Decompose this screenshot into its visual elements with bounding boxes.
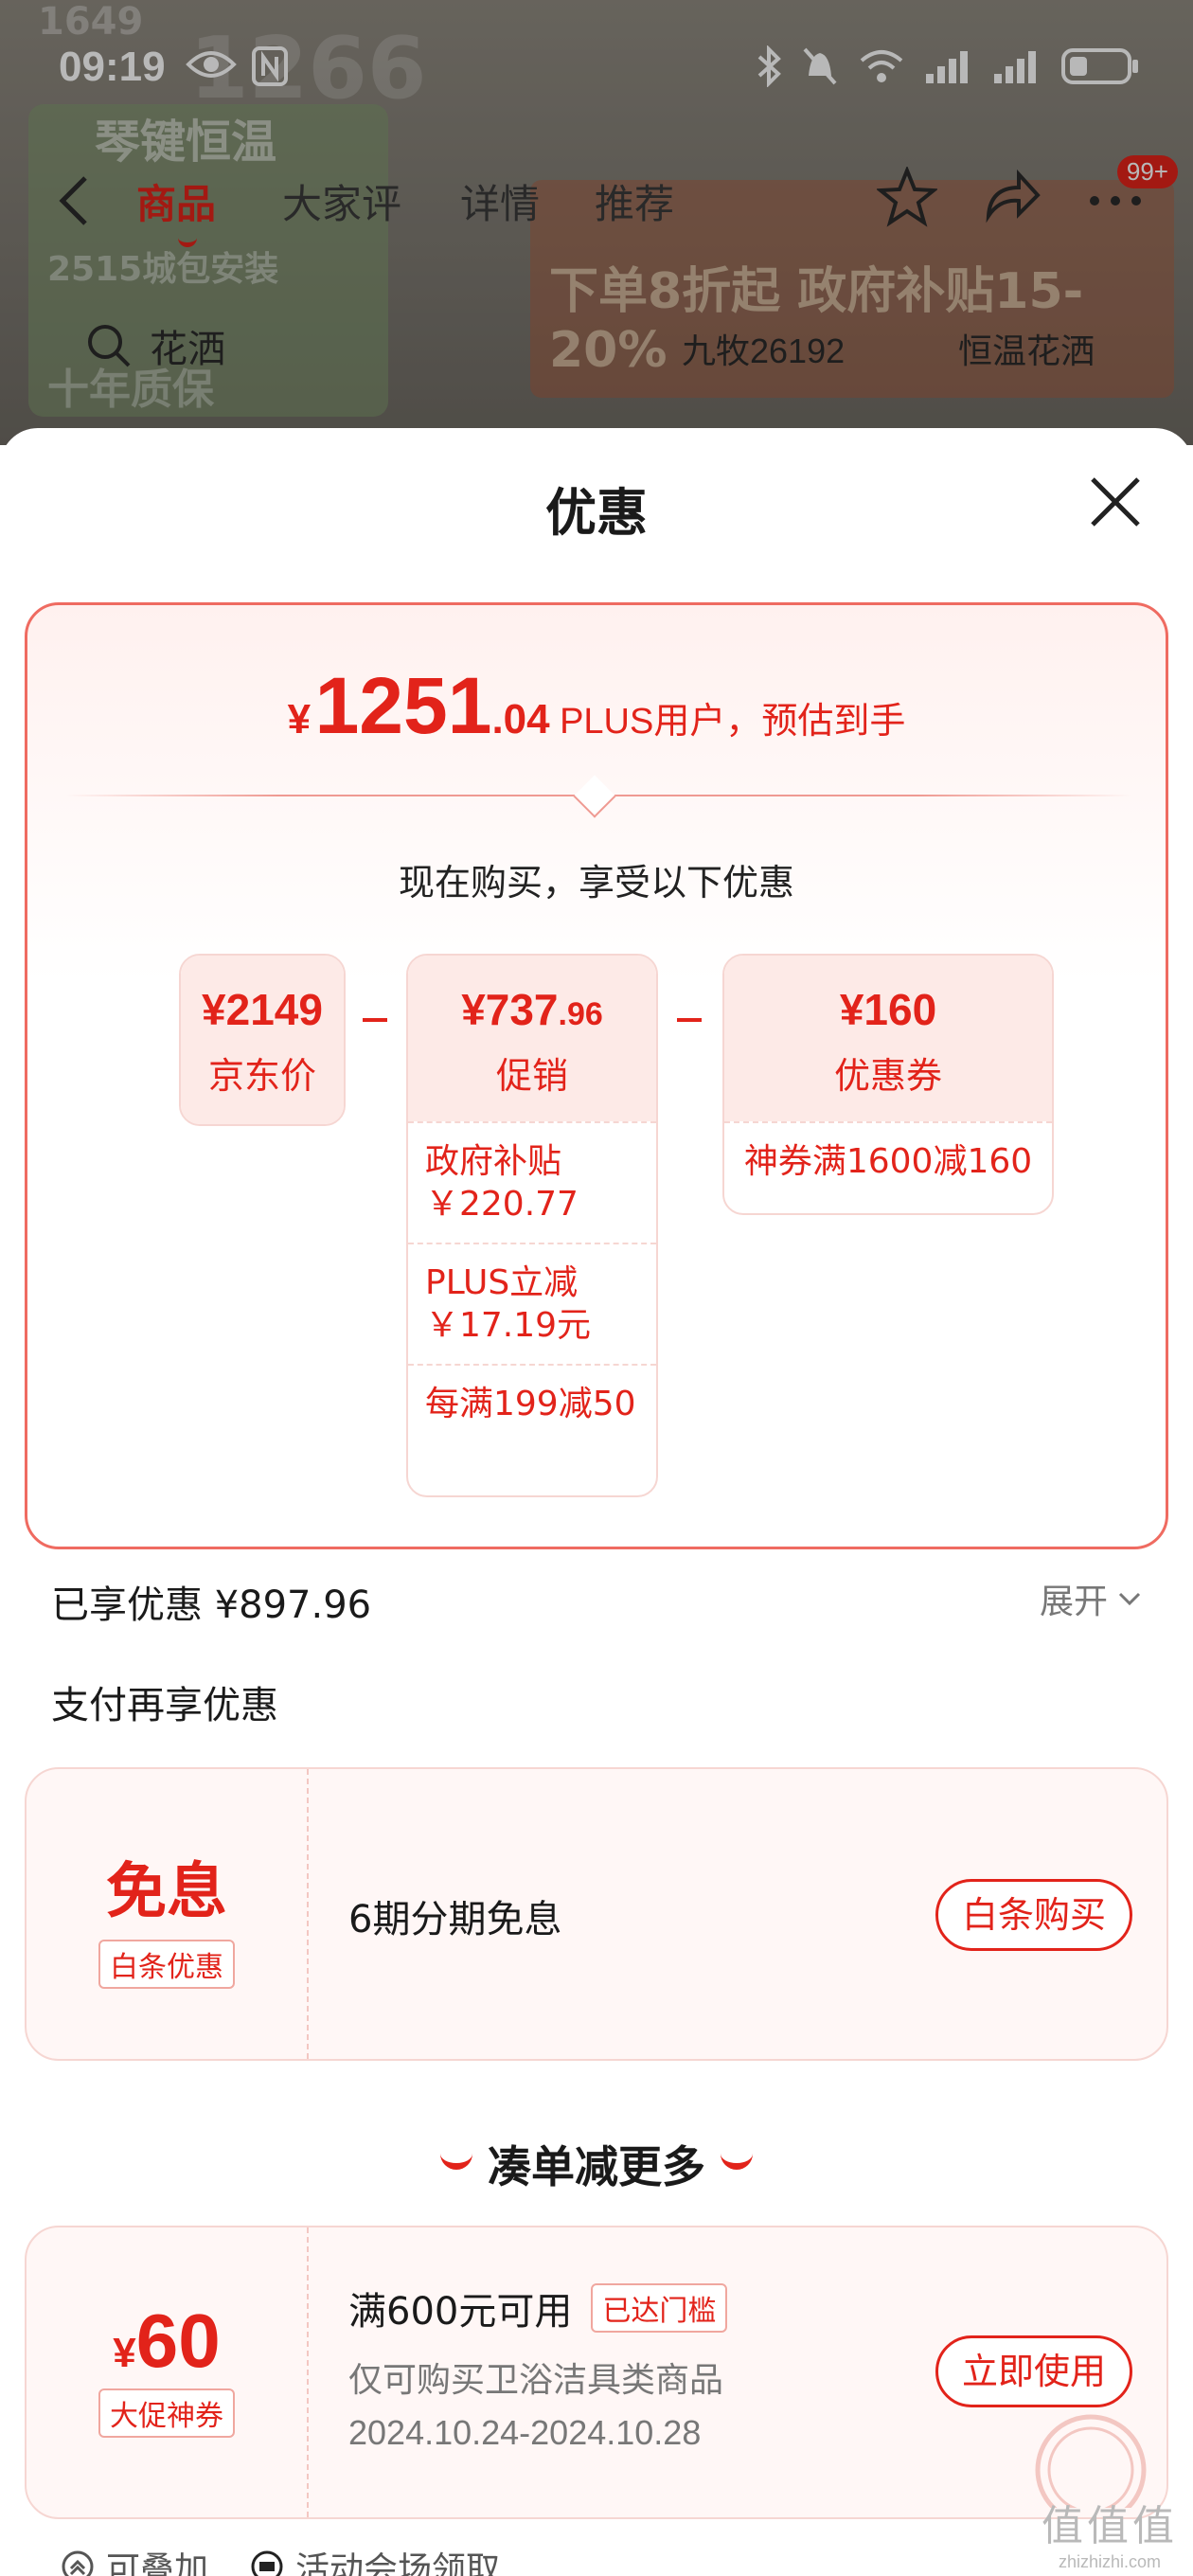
watermark: 值值值 zhizhizhi.com	[1042, 2492, 1178, 2572]
jd-price-label: 京东价	[207, 1055, 316, 1097]
promo-coupon-card: ¥60 大促神券 满600元可用 已达门槛 仅可购买卫浴洁具类商品 2024.1…	[25, 2226, 1168, 2519]
promo-value-dec: .96	[558, 996, 603, 1032]
stackable-note: 可叠加	[61, 2542, 208, 2576]
jd-price-box: ¥2149 京东价	[179, 954, 346, 1126]
promo-coupon-left: ¥60 大促神券	[27, 2227, 309, 2517]
background-page: 1649 1266 琴键恒温 2515城包安装 十年质保 下单8折起 政府补贴1…	[0, 0, 1193, 445]
modal-overlay[interactable]	[0, 0, 1193, 445]
enjoyed-discount: 已享优惠 ¥897.96	[51, 1583, 372, 1627]
source-label: 活动会场领取	[295, 2550, 501, 2576]
watermark-url: zhizhizhi.com	[1058, 2552, 1162, 2571]
estimated-price-note: PLUS用户，预估到手	[560, 702, 906, 742]
expand-button[interactable]: 展开	[1040, 1574, 1142, 1623]
baitiao-coupon-card: 免息 白条优惠 6期分期免息 白条购买	[25, 1767, 1168, 2061]
minus-sign-2	[677, 1018, 702, 1022]
coupon-box: ¥160 优惠券 神券满1600减160	[722, 954, 1054, 1215]
price-breakdown-card: ¥ 1251.04 PLUS用户，预估到手 现在购买，享受以下优惠 ¥2149 …	[25, 602, 1168, 1549]
coupon-value: ¥160	[839, 985, 937, 1034]
installment-desc: 6期分期免息	[348, 1898, 562, 1941]
expand-label: 展开	[1039, 1583, 1108, 1621]
watermark-logo: 值值值	[1042, 2503, 1178, 2549]
ticket-icon	[251, 2550, 283, 2576]
stackable-label: 可叠加	[106, 2550, 209, 2576]
pay-discount-title: 支付再享优惠	[51, 1684, 278, 1727]
chevron-down-icon	[1118, 1592, 1141, 1606]
use-now-button[interactable]: 立即使用	[935, 2335, 1132, 2407]
estimated-price-integer: 1251	[314, 661, 492, 750]
promo-box: ¥737.96 促销 政府补贴 ￥220.77 PLUS立减 ￥17.19元 每满1…	[406, 954, 658, 1497]
interest-free-title: 免息	[106, 1857, 227, 1927]
more-discount-title: 凑单减更多	[0, 2133, 1193, 2195]
sheet-title: 优惠	[545, 483, 648, 543]
close-icon[interactable]	[1087, 474, 1144, 530]
smile-left-icon	[440, 2153, 472, 2170]
coupon2-title: 满600元可用	[348, 2290, 573, 2334]
estimated-price-decimal: .04	[491, 696, 550, 742]
coupon2-scope: 仅可购买卫浴洁具类商品	[348, 2361, 724, 2400]
buy-now-caption: 现在购买，享受以下优惠	[398, 862, 794, 903]
minus-sign-1	[363, 1018, 387, 1022]
estimated-price: ¥ 1251.04 PLUS用户，预估到手	[27, 660, 1166, 752]
baitiao-tag: 白条优惠	[98, 1940, 235, 1989]
baitiao-buy-button[interactable]: 白条购买	[935, 1879, 1132, 1951]
coupon2-dates: 2024.10.24-2024.10.28	[348, 2413, 702, 2452]
jd-price-value: ¥2149	[202, 985, 323, 1034]
promo-value-int: ¥737	[461, 985, 559, 1034]
promo-row-gov-subsidy: 政府补贴 ￥220.77	[408, 1121, 656, 1243]
promo-row-plus: PLUS立减 ￥17.19元	[408, 1243, 656, 1364]
threshold-reached-tag: 已达门槛	[591, 2283, 728, 2333]
source-note: 活动会场领取	[250, 2542, 500, 2576]
coupon-label: 优惠券	[833, 1055, 942, 1097]
estimated-price-yen: ¥	[287, 696, 312, 742]
baitiao-coupon-left: 免息 白条优惠	[27, 1769, 309, 2059]
promo-row-full-reduction: 每满199减50	[408, 1364, 656, 1442]
coupon2-tag: 大促神券	[98, 2388, 235, 2438]
stack-icon	[62, 2550, 94, 2576]
coupon-row-shenquan: 神券满1600减160	[724, 1121, 1052, 1200]
more-discount-label: 凑单减更多	[488, 2141, 705, 2192]
promo-label: 促销	[495, 1055, 568, 1097]
discount-sheet: 优惠 ¥ 1251.04 PLUS用户，预估到手 现在购买，享受以下优惠 ¥21…	[0, 428, 1193, 2576]
smile-right-icon	[721, 2153, 753, 2170]
divider-notch	[573, 775, 616, 818]
coupon2-yen: ¥	[113, 2330, 136, 2376]
coupon2-amount: 60	[135, 2299, 221, 2383]
